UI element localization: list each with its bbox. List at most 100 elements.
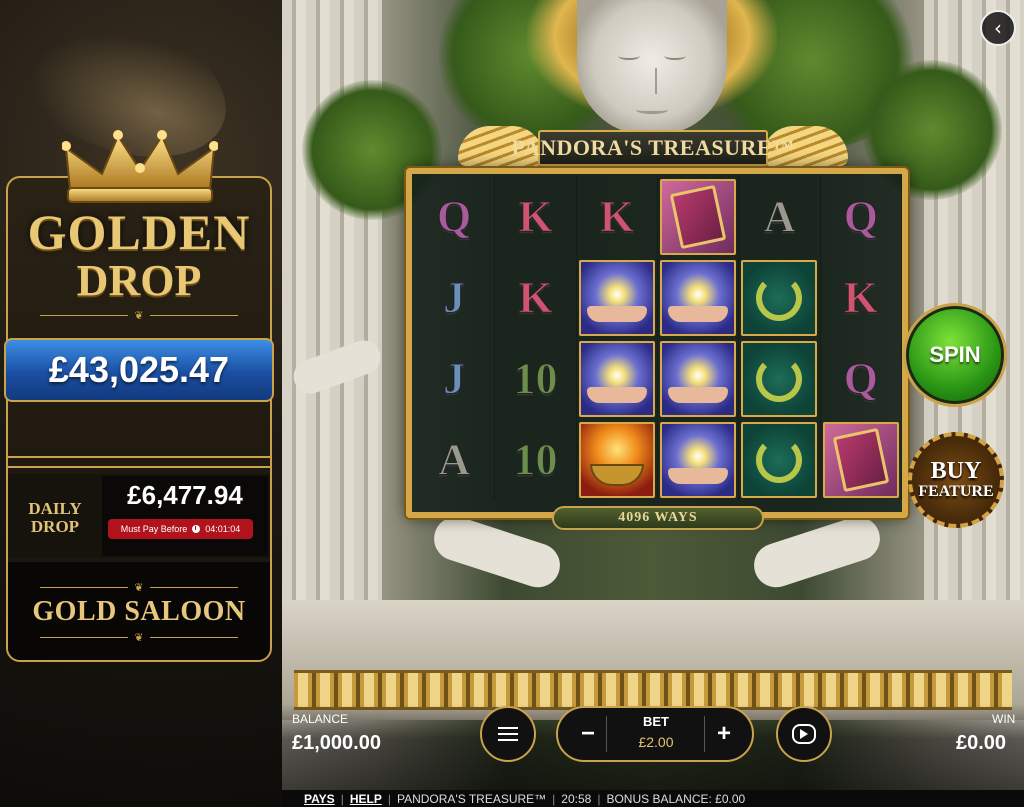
reel-cell: A bbox=[739, 176, 821, 257]
daily-drop-amount: £6,477.94 bbox=[127, 480, 243, 510]
statue-hand-bottom-right bbox=[748, 510, 886, 594]
reel-cell bbox=[658, 257, 740, 338]
divider bbox=[8, 456, 270, 458]
win-label: WIN bbox=[992, 712, 1016, 726]
clock-icon bbox=[192, 525, 201, 533]
balance-value: £1,000.00 bbox=[292, 732, 381, 754]
symbol-k: K bbox=[599, 192, 634, 242]
footer-time: 20:58 bbox=[561, 791, 592, 806]
reel-cell: Q bbox=[821, 176, 902, 257]
reel-cell bbox=[739, 419, 821, 500]
reel-cell bbox=[658, 338, 740, 419]
symbol-wreath-icon bbox=[741, 259, 818, 336]
statue-hand-bottom-left bbox=[428, 510, 566, 594]
symbol-hands-icon bbox=[660, 340, 737, 417]
reel-cell bbox=[658, 419, 740, 500]
symbol-q: Q bbox=[437, 192, 472, 242]
symbol-hands-icon bbox=[578, 259, 655, 336]
reel-cell: Q bbox=[821, 338, 902, 419]
reel-cell: K bbox=[495, 176, 577, 257]
must-pay-label: Must Pay Before bbox=[120, 524, 188, 534]
reel-cell bbox=[577, 257, 658, 338]
footer-bonus-balance: BONUS BALANCE: £0.00 bbox=[606, 791, 746, 806]
reel-cell: K bbox=[821, 257, 902, 338]
divider bbox=[8, 466, 270, 468]
bet-value: £2.00 bbox=[638, 734, 674, 750]
separator: | bbox=[597, 791, 601, 806]
symbol-10: 10 bbox=[513, 435, 558, 485]
footer-game-name: PANDORA'S TREASURE™ bbox=[396, 791, 547, 806]
footer-bar: PAYS | HELP | PANDORA'S TREASURE™ | 20:5… bbox=[282, 790, 1024, 807]
reel-cell bbox=[577, 338, 658, 419]
symbol-hands-icon bbox=[660, 259, 737, 336]
symbol-k: K bbox=[518, 192, 553, 242]
back-arrow-icon[interactable]: ‹ bbox=[980, 10, 1016, 46]
hamburger-icon bbox=[498, 727, 518, 741]
autoplay-icon bbox=[792, 724, 816, 744]
golden-drop-subtitle: DROP bbox=[76, 256, 202, 305]
feature-label: FEATURE bbox=[918, 483, 994, 500]
bet-separator bbox=[606, 716, 607, 752]
jackpot-amount: £43,025.47 bbox=[4, 338, 274, 402]
separator: | bbox=[340, 791, 344, 806]
reel-cell: K bbox=[495, 257, 577, 338]
symbol-q: Q bbox=[843, 192, 878, 242]
symbol-k: K bbox=[518, 273, 553, 323]
autoplay-button[interactable] bbox=[776, 706, 832, 762]
daily-drop-label: DAILY DROP bbox=[28, 499, 82, 536]
separator: | bbox=[552, 791, 556, 806]
must-pay-time: 04:01:04 bbox=[205, 524, 241, 534]
reel-cell: J bbox=[414, 257, 496, 338]
bet-decrease-button[interactable]: − bbox=[570, 716, 606, 752]
symbol-10: 10 bbox=[513, 354, 558, 404]
must-pay-badge: Must Pay Before 04:01:04 bbox=[108, 519, 253, 539]
reel-cell bbox=[739, 257, 821, 338]
separator: | bbox=[387, 791, 391, 806]
buy-feature-button[interactable]: BUY FEATURE bbox=[908, 432, 1004, 528]
reel-cell: 10 bbox=[495, 419, 577, 500]
menu-button[interactable] bbox=[480, 706, 536, 762]
symbol-hands-icon bbox=[578, 340, 655, 417]
reel-cell bbox=[739, 338, 821, 419]
symbol-wreath-icon bbox=[741, 340, 818, 417]
game-title-plaque: PANDORA'S TREASURE™ bbox=[458, 126, 848, 168]
pays-link[interactable]: PAYS bbox=[304, 792, 335, 806]
reel-cell bbox=[658, 176, 740, 257]
buy-label: BUY bbox=[930, 458, 982, 484]
reel-cell bbox=[577, 419, 658, 500]
spin-button[interactable]: SPIN bbox=[906, 306, 1004, 404]
saloon-flourish-bottom: ❦ bbox=[40, 630, 238, 644]
spin-label: SPIN bbox=[929, 342, 981, 367]
crown-icon bbox=[62, 130, 218, 203]
symbol-book-icon bbox=[660, 178, 737, 255]
symbol-fire-icon bbox=[578, 421, 655, 498]
symbol-book-icon bbox=[822, 421, 899, 498]
reel-cell: Q bbox=[414, 176, 496, 257]
symbol-a: A bbox=[763, 192, 796, 242]
symbol-wreath-icon bbox=[741, 421, 818, 498]
symbol-hands-icon bbox=[660, 421, 737, 498]
bet-label: BET bbox=[643, 714, 669, 729]
bet-separator bbox=[704, 716, 705, 752]
symbol-q: Q bbox=[843, 354, 878, 404]
gold-saloon-label: GOLD SALOON bbox=[32, 596, 246, 627]
game-scene: PANDORA'S TREASURE™ Q K K A Q J K K J 10 Q A 10 4096… bbox=[282, 0, 1024, 790]
reel-cell bbox=[821, 419, 902, 500]
symbol-a: A bbox=[438, 435, 471, 485]
saloon-flourish: ❦ bbox=[40, 580, 238, 594]
flourish-divider: ❦ bbox=[40, 308, 238, 322]
golden-drop-title: GOLDEN bbox=[27, 204, 251, 260]
win-value: £0.00 bbox=[956, 732, 1007, 754]
statue-face bbox=[602, 30, 702, 130]
reel-cell: 10 bbox=[495, 338, 577, 419]
ways-plaque: 4096 WAYS bbox=[552, 506, 764, 530]
reel-cell: J bbox=[414, 338, 496, 419]
symbol-j: J bbox=[443, 354, 466, 404]
help-link[interactable]: HELP bbox=[350, 792, 382, 806]
reel-cell: A bbox=[414, 419, 496, 500]
reel-cell: K bbox=[577, 176, 658, 257]
bet-increase-button[interactable]: + bbox=[706, 716, 742, 752]
balance-label: BALANCE bbox=[292, 712, 349, 726]
symbol-k: K bbox=[843, 273, 878, 323]
symbol-j: J bbox=[443, 273, 466, 323]
